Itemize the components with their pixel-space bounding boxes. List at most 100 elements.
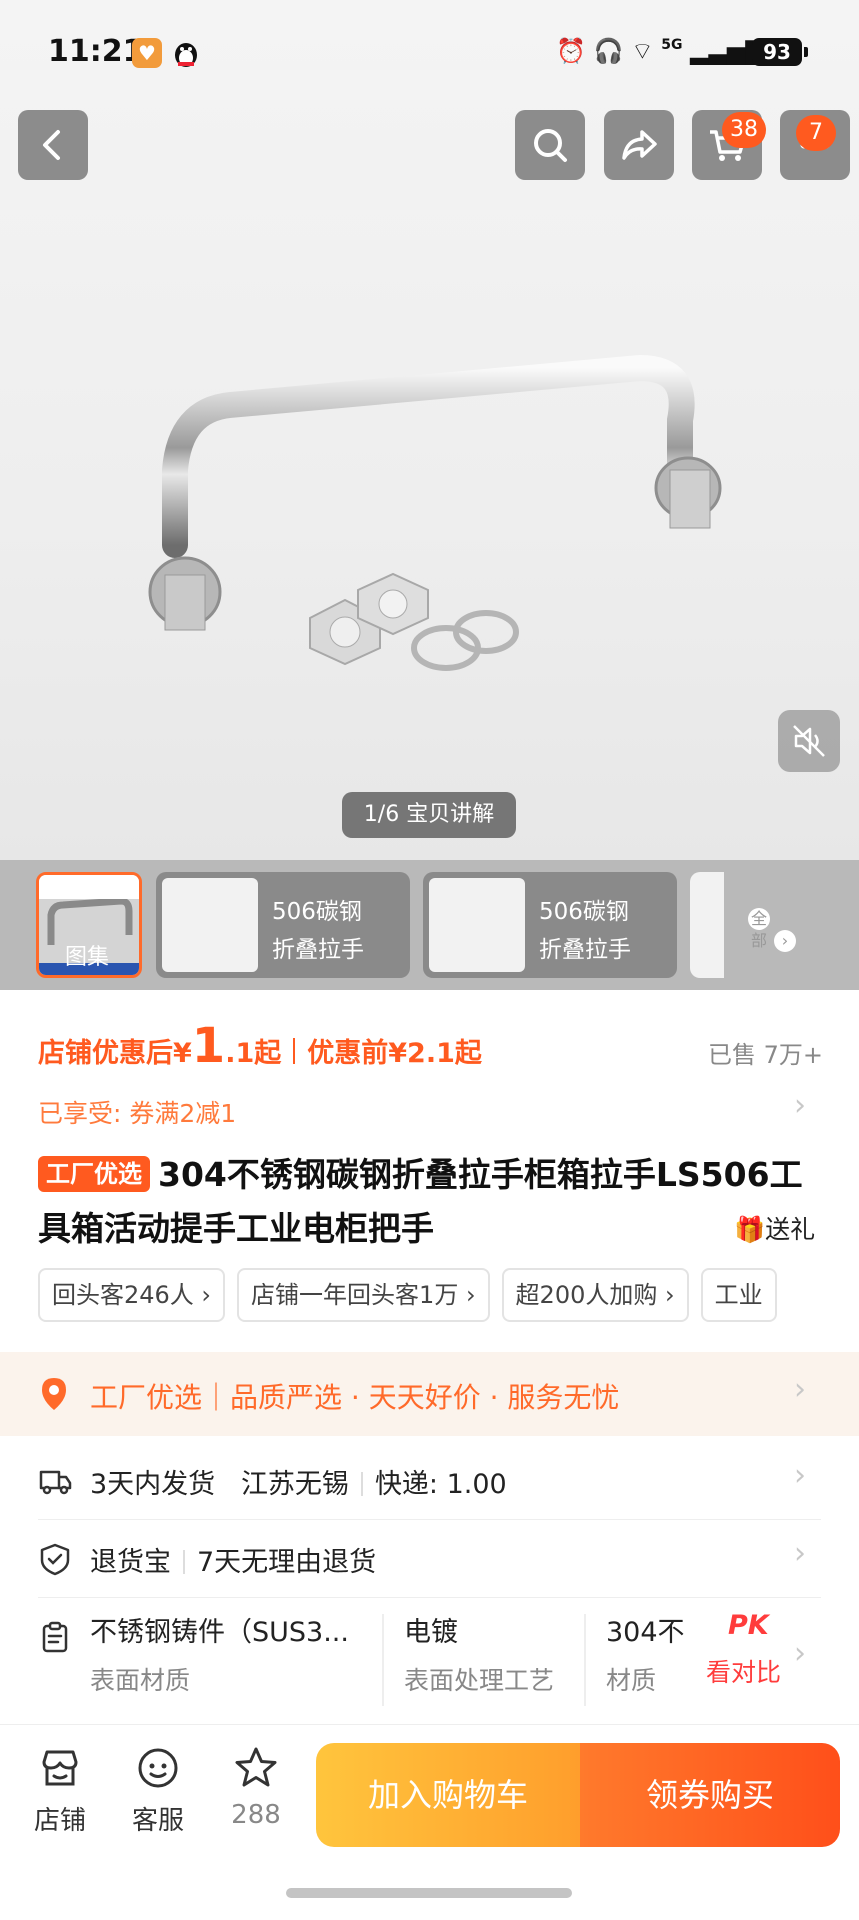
- variant-drawing-image: [162, 878, 258, 972]
- status-icons: ⏰ 🎧 ⌔ 5G ▂▃▅▇: [556, 36, 764, 66]
- search-button[interactable]: [515, 110, 585, 180]
- battery-indicator: 93: [752, 38, 808, 66]
- product-title-block: 工厂优选 304不锈钢碳钢折叠拉手柜箱拉手LS506工具箱活动提手工业电柜把手: [38, 1148, 828, 1256]
- factory-service-banner[interactable]: 工厂优选｜品质严选 · 天天好价 · 服务无忧 ›: [0, 1352, 859, 1436]
- gift-icon: 🎁: [734, 1215, 766, 1244]
- favorite-tab[interactable]: 288: [216, 1744, 296, 1830]
- attribute-surface-process: 电镀 表面处理工艺: [404, 1610, 554, 1697]
- back-button[interactable]: [18, 110, 88, 180]
- mute-button[interactable]: [778, 710, 840, 772]
- share-button[interactable]: [604, 110, 674, 180]
- share-icon: [622, 130, 657, 160]
- shipping-days: 3天内发货: [90, 1469, 216, 1500]
- divider: [360, 1472, 363, 1496]
- gallery-all-button[interactable]: 全部 ›: [744, 908, 796, 954]
- gallery-all-label: 全部: [748, 908, 770, 950]
- search-icon: [534, 129, 567, 162]
- price-after-suffix: .1起: [225, 1038, 282, 1069]
- delivery-truck-icon: [39, 1470, 72, 1495]
- alarm-icon: ⏰: [556, 37, 586, 65]
- chip-industrial[interactable]: 工业: [700, 1268, 777, 1322]
- network-label: 5G: [661, 37, 683, 53]
- chevron-right-icon: ›: [774, 930, 796, 952]
- shield-check-icon: [40, 1543, 70, 1576]
- thumbnail-partial-card[interactable]: [690, 872, 724, 978]
- thumbnail-album[interactable]: 图集: [36, 872, 142, 978]
- pk-label: PK: [728, 1610, 769, 1641]
- customer-service-icon: [138, 1748, 178, 1788]
- service-label: 客服: [131, 1806, 184, 1836]
- price-row: 店铺优惠后¥1.1起 优惠前¥2.1起: [38, 1018, 482, 1074]
- penguin-app-icon: [172, 38, 200, 68]
- divider: [382, 1614, 384, 1706]
- compare-label: 看对比: [706, 1658, 782, 1687]
- mute-icon: [793, 725, 825, 757]
- divider: [183, 1550, 185, 1574]
- variant-name-line1: 506碳钢: [539, 899, 629, 925]
- shop-icon: [42, 1750, 78, 1786]
- variant-name-line2: 折叠拉手: [539, 937, 631, 963]
- cart-count-badge: 38: [722, 112, 766, 148]
- price-divider: [293, 1038, 296, 1064]
- tag-chips: 回头客246人 › 店铺一年回头客1万 › 超200人加购 › 工业: [38, 1268, 859, 1322]
- chevron-right-icon: ›: [794, 1458, 806, 1493]
- variant-drawing-image: [429, 878, 525, 972]
- thumbnail-variant-card[interactable]: 506碳钢 折叠拉手: [423, 872, 677, 978]
- returns-row[interactable]: 退货宝 7天无理由退货 ›: [38, 1520, 821, 1598]
- shop-tab[interactable]: 店铺: [20, 1744, 100, 1837]
- attribute-key: 表面材质: [90, 1666, 191, 1695]
- shipping-row[interactable]: 3天内发货 江苏无锡 快递: 1.00 ›: [38, 1442, 821, 1520]
- product-title: 304不锈钢碳钢折叠拉手柜箱拉手LS506工具箱活动提手工业电柜把手: [38, 1155, 803, 1248]
- clipboard-icon: [42, 1621, 68, 1653]
- divider: [584, 1614, 586, 1706]
- price-before: 优惠前¥2.1起: [307, 1038, 482, 1069]
- wifi-icon: ⌔: [631, 37, 654, 65]
- thumbnail-variant-card[interactable]: 506碳钢 折叠拉手: [156, 872, 410, 978]
- gallery-counter[interactable]: 1/6 宝贝讲解: [342, 792, 516, 838]
- variant-name-line1: 506碳钢: [272, 899, 362, 925]
- divider: [0, 1724, 859, 1725]
- heart-app-icon: ♥: [132, 38, 162, 68]
- location-pin-icon: [42, 1378, 66, 1410]
- status-bar: 11:21 ♥ ⏰ 🎧 ⌔ 5G ▂▃▅▇ 93: [0, 0, 859, 110]
- chevron-right-icon: ›: [794, 1536, 806, 1571]
- attribute-value: 304不: [606, 1617, 685, 1648]
- factory-tag: 工厂优选: [38, 1156, 150, 1192]
- chip-repeat-customers[interactable]: 回头客246人 ›: [38, 1268, 226, 1322]
- gallery-thumbnail-strip[interactable]: 图集 506碳钢 折叠拉手 506碳钢 折叠拉手 全部 ›: [0, 860, 859, 990]
- chip-year-repeat[interactable]: 店铺一年回头客1万 ›: [237, 1268, 490, 1322]
- thumbnail-album-label: 图集: [65, 945, 110, 970]
- add-to-cart-button[interactable]: 加入购物车: [316, 1743, 580, 1847]
- status-time: 11:21: [48, 34, 144, 69]
- shipping-origin: 江苏无锡: [240, 1469, 349, 1500]
- shipping-info: 3天内发货 江苏无锡 快递: 1.00: [90, 1462, 507, 1501]
- favorite-count: 288: [231, 1800, 281, 1830]
- returns-info: 退货宝 7天无理由退货: [90, 1540, 376, 1579]
- coupon-enjoyed[interactable]: 已享受: 券满2减1: [38, 1094, 236, 1130]
- star-icon: [235, 1747, 277, 1787]
- chip-added-to-cart[interactable]: 超200人加购 ›: [501, 1268, 689, 1322]
- returns-policy: 7天无理由退货: [197, 1547, 377, 1578]
- more-count-badge: 7: [796, 115, 836, 151]
- headphones-icon: 🎧: [593, 37, 624, 65]
- service-tab[interactable]: 客服: [118, 1744, 198, 1837]
- gift-button[interactable]: 🎁送礼: [734, 1210, 815, 1246]
- attribute-value: 电镀: [404, 1617, 458, 1648]
- attribute-key: 表面处理工艺: [404, 1666, 555, 1695]
- chevron-right-icon: ›: [794, 1372, 806, 1407]
- chevron-left-icon: [43, 130, 60, 160]
- price-after-label: 店铺优惠后¥: [38, 1038, 192, 1069]
- variant-name-line2: 折叠拉手: [272, 937, 364, 963]
- gift-label: 送礼: [765, 1215, 816, 1244]
- buy-with-coupon-button[interactable]: 领券购买: [580, 1743, 840, 1847]
- price-after-value: 1: [191, 1018, 226, 1074]
- home-indicator[interactable]: [286, 1888, 572, 1898]
- attribute-surface-material: 不锈钢铸件（SUS3... 表面材质: [90, 1610, 349, 1697]
- bottom-action-bar: 店铺 客服 288 加入购物车 领券购买: [0, 1724, 859, 1874]
- compare-button[interactable]: PK 看对比: [706, 1610, 781, 1689]
- sold-count: 已售 7万+: [707, 1041, 823, 1069]
- attribute-material: 304不 材质: [606, 1610, 685, 1697]
- attribute-value: 不锈钢铸件（SUS3...: [90, 1617, 349, 1648]
- chevron-right-icon[interactable]: ›: [794, 1088, 806, 1123]
- shop-label: 店铺: [33, 1806, 86, 1836]
